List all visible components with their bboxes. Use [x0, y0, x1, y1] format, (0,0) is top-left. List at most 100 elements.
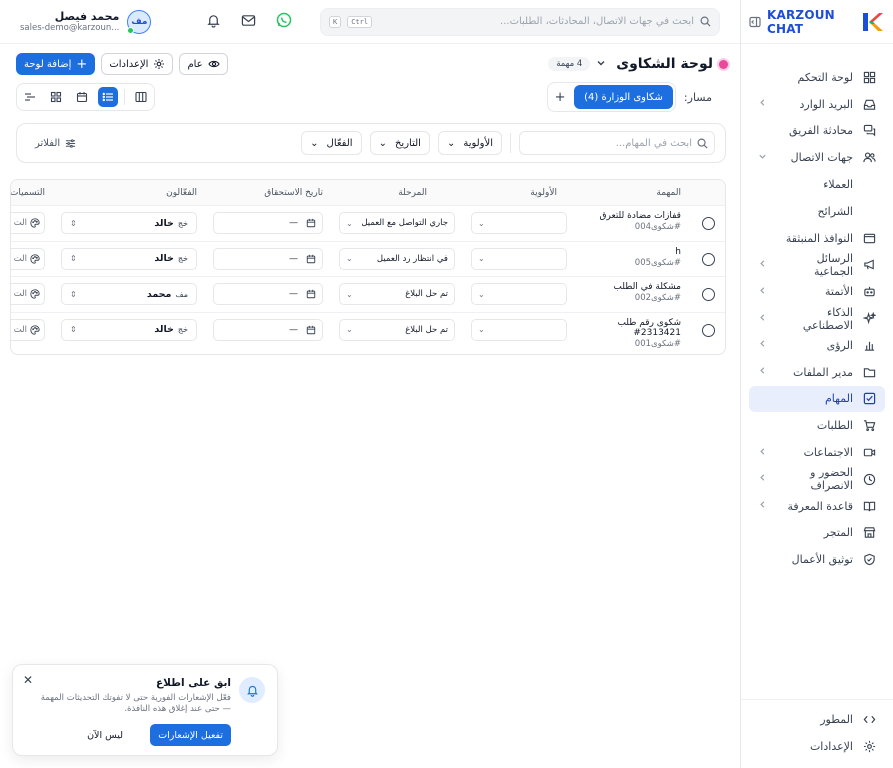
priority-select[interactable]: ⌄ [471, 318, 567, 341]
date-filter[interactable]: التاريخ ⌄ [369, 131, 430, 155]
task-cell[interactable]: قفازات مضادة للتعرق #شكوى004 [571, 211, 681, 232]
settings-button[interactable]: الإعدادات [101, 53, 174, 75]
chevron-left-icon[interactable] [757, 366, 767, 378]
complete-task-radio[interactable] [702, 217, 715, 230]
board-selector[interactable]: لوحة الشكاوى [596, 56, 728, 72]
add-board-button[interactable]: + إضافة لوحة [16, 53, 96, 75]
filters-button[interactable]: الفلاتر [27, 138, 76, 149]
table-row[interactable]: شكوى رقم طلب 2313421# #شكوى001 ⌄ تم حل ا… [11, 313, 725, 349]
page-title: لوحة الشكاوى [616, 56, 713, 72]
chevron-left-icon[interactable] [757, 500, 767, 512]
assignee-select[interactable]: خج خالد ⇕ [61, 247, 197, 270]
bell-icon[interactable] [206, 13, 221, 31]
settings-label: الإعدادات [109, 58, 149, 70]
assignee-select[interactable]: خج خالد ⇕ [61, 318, 197, 341]
view-list-icon[interactable] [98, 87, 118, 107]
task-cell[interactable]: مشكلة في الطلب #شكوى002 [571, 282, 681, 303]
sidebar-item-11[interactable]: مدير الملفات [749, 359, 885, 386]
stage-select[interactable]: جاري التواصل مع العميل ⌄ [339, 212, 455, 234]
sidebar-item-14[interactable]: الاجتماعات [749, 439, 885, 466]
sidebar-item-17[interactable]: المتجر [749, 520, 885, 547]
assignee-initials: خج [177, 254, 188, 263]
path-tab-ministry[interactable]: شكاوى الوزارة (4) [574, 85, 673, 109]
sidebar-bottom-item-0[interactable]: المطور [749, 706, 885, 733]
assignee-select[interactable]: مف محمد ⇕ [61, 283, 197, 305]
sidebar-item-8[interactable]: الأتمتة [749, 278, 885, 305]
complete-task-radio[interactable] [702, 252, 715, 266]
table-row[interactable]: h #شكوى005 ⌄ في انتظار رد العميل ⌄ — خج … [11, 242, 725, 277]
task-cell[interactable]: شكوى رقم طلب 2313421# #شكوى001 [571, 318, 681, 349]
chevron-left-icon[interactable] [757, 447, 767, 459]
labels-field[interactable]: الت [11, 212, 45, 234]
mail-icon[interactable] [241, 13, 256, 31]
view-timeline-icon[interactable] [20, 87, 40, 107]
sidebar-item-label: الذكاء الاصطناعي [802, 305, 853, 332]
user-menu[interactable]: مف محمد فيصل sales-demo@karzoun... [20, 9, 152, 34]
enable-notifications-button[interactable]: تفعيل الإشعارات [150, 724, 231, 746]
sidebar-item-1[interactable]: البريد الوارد [749, 91, 885, 118]
chevron-left-icon[interactable] [757, 286, 767, 298]
assignee-filter[interactable]: الفعّال ⌄ [301, 131, 362, 155]
sidebar-item-18[interactable]: توثيق الأعمال [749, 546, 885, 573]
labels-field[interactable]: الت [11, 318, 45, 341]
view-calendar-icon[interactable] [72, 87, 92, 107]
palette-icon [30, 324, 40, 335]
due-date-field[interactable]: — [213, 318, 323, 341]
sidebar-item-16[interactable]: قاعدة المعرفة [749, 493, 885, 520]
chevron-down-icon: ⌄ [346, 218, 353, 228]
sidebar-item-10[interactable]: الرؤى [749, 332, 885, 359]
chevron-left-icon[interactable] [757, 339, 767, 351]
collapse-sidebar-icon[interactable] [749, 15, 761, 29]
bot-icon [861, 284, 877, 300]
sidebar-item-4[interactable]: العملاء [749, 171, 885, 198]
assignee-select[interactable]: خج خالد ⇕ [61, 212, 197, 234]
sidebar-item-3[interactable]: جهات الاتصال [749, 144, 885, 171]
sidebar-item-12[interactable]: المهام [749, 385, 885, 413]
chevron-down-icon[interactable] [596, 58, 606, 71]
due-date-field[interactable]: — [213, 212, 323, 234]
sidebar-item-7[interactable]: الرسائل الجماعية [749, 252, 885, 279]
sidebar-item-label: محادثة الفريق [789, 124, 853, 138]
sidebar-item-2[interactable]: محادثة الفريق [749, 118, 885, 145]
labels-value: الت [13, 324, 27, 335]
close-icon[interactable]: ✕ [23, 673, 33, 687]
priority-select[interactable]: ⌄ [471, 247, 567, 270]
task-search-input[interactable]: ابحث في المهام... [519, 131, 715, 155]
stage-select[interactable]: في انتظار رد العميل ⌄ [339, 247, 455, 270]
whatsapp-icon[interactable] [276, 12, 292, 31]
labels-field[interactable]: الت [11, 247, 45, 270]
chevron-left-icon[interactable] [757, 473, 767, 485]
table-row[interactable]: مشكلة في الطلب #شكوى002 ⌄ تم حل البلاغ ⌄… [11, 277, 725, 313]
visibility-button[interactable]: عام [179, 53, 228, 75]
view-grid-icon[interactable] [46, 87, 66, 107]
chevron-left-icon[interactable] [757, 259, 767, 271]
labels-field[interactable]: الت [11, 283, 45, 305]
sidebar-item-5[interactable]: الشرائح [749, 198, 885, 225]
complete-task-radio[interactable] [702, 288, 715, 301]
sidebar-item-15[interactable]: الحضور و الانصراف [749, 466, 885, 493]
sidebar-item-0[interactable]: لوحة التحكم [749, 64, 885, 91]
sidebar-item-6[interactable]: النوافذ المنبثقة [749, 225, 885, 252]
task-cell[interactable]: h #شكوى005 [571, 247, 681, 268]
chevron-left-icon[interactable] [757, 98, 767, 110]
complete-task-radio[interactable] [702, 323, 715, 337]
priority-select[interactable]: ⌄ [471, 212, 567, 234]
stage-select[interactable]: تم حل البلاغ ⌄ [339, 283, 455, 305]
priority-select[interactable]: ⌄ [471, 283, 567, 305]
due-date-field[interactable]: — [213, 283, 323, 305]
chevron-left-icon[interactable] [757, 313, 767, 325]
view-columns-icon[interactable] [131, 87, 151, 107]
sidebar-item-13[interactable]: الطلبات [749, 412, 885, 439]
stage-select[interactable]: تم حل البلاغ ⌄ [339, 318, 455, 341]
labels-value: الت [13, 253, 27, 264]
global-search[interactable]: ابحث في جهات الاتصال، المحادثات، الطلبات… [320, 7, 720, 36]
sidebar-item-9[interactable]: الذكاء الاصطناعي [749, 305, 885, 332]
priority-filter[interactable]: الأولوية ⌄ [437, 131, 502, 155]
not-now-button[interactable]: ليس الآن [81, 724, 129, 746]
add-path-button[interactable]: + [550, 90, 570, 105]
table-row[interactable]: قفازات مضادة للتعرق #شكوى004 ⌄ جاري التو… [11, 206, 725, 242]
add-board-label: إضافة لوحة [24, 58, 72, 70]
chevron-down-icon[interactable] [757, 152, 767, 164]
sidebar-bottom-item-1[interactable]: الإعدادات [749, 733, 885, 760]
due-date-field[interactable]: — [213, 247, 323, 270]
